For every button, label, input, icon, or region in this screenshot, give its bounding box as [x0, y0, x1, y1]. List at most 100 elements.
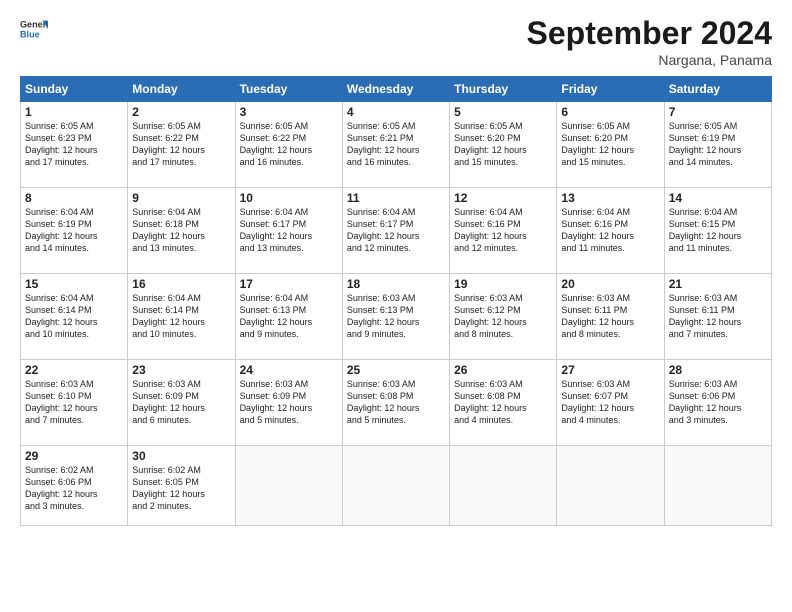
- day-detail: Sunrise: 6:03 AM Sunset: 6:08 PM Dayligh…: [347, 378, 445, 427]
- day-number: 21: [669, 277, 767, 291]
- day-detail: Sunrise: 6:03 AM Sunset: 6:08 PM Dayligh…: [454, 378, 552, 427]
- day-detail: Sunrise: 6:03 AM Sunset: 6:09 PM Dayligh…: [240, 378, 338, 427]
- calendar-cell: 27Sunrise: 6:03 AM Sunset: 6:07 PM Dayli…: [557, 360, 664, 446]
- calendar-cell: 5Sunrise: 6:05 AM Sunset: 6:20 PM Daylig…: [450, 102, 557, 188]
- day-detail: Sunrise: 6:03 AM Sunset: 6:10 PM Dayligh…: [25, 378, 123, 427]
- calendar-cell: 20Sunrise: 6:03 AM Sunset: 6:11 PM Dayli…: [557, 274, 664, 360]
- calendar-cell: 4Sunrise: 6:05 AM Sunset: 6:21 PM Daylig…: [342, 102, 449, 188]
- calendar-cell: 25Sunrise: 6:03 AM Sunset: 6:08 PM Dayli…: [342, 360, 449, 446]
- calendar-cell: 22Sunrise: 6:03 AM Sunset: 6:10 PM Dayli…: [21, 360, 128, 446]
- calendar-cell: 23Sunrise: 6:03 AM Sunset: 6:09 PM Dayli…: [128, 360, 235, 446]
- calendar-cell: 8Sunrise: 6:04 AM Sunset: 6:19 PM Daylig…: [21, 188, 128, 274]
- day-number: 19: [454, 277, 552, 291]
- day-header-tuesday: Tuesday: [235, 77, 342, 102]
- day-number: 24: [240, 363, 338, 377]
- svg-text:Blue: Blue: [20, 29, 40, 39]
- day-number: 7: [669, 105, 767, 119]
- calendar-cell: 2Sunrise: 6:05 AM Sunset: 6:22 PM Daylig…: [128, 102, 235, 188]
- header: General Blue September 2024 Nargana, Pan…: [20, 15, 772, 68]
- calendar-cell: 18Sunrise: 6:03 AM Sunset: 6:13 PM Dayli…: [342, 274, 449, 360]
- month-title: September 2024: [527, 15, 772, 52]
- day-detail: Sunrise: 6:04 AM Sunset: 6:17 PM Dayligh…: [347, 206, 445, 255]
- calendar-cell: 7Sunrise: 6:05 AM Sunset: 6:19 PM Daylig…: [664, 102, 771, 188]
- day-number: 16: [132, 277, 230, 291]
- calendar-cell: 24Sunrise: 6:03 AM Sunset: 6:09 PM Dayli…: [235, 360, 342, 446]
- logo: General Blue: [20, 15, 52, 43]
- day-header-monday: Monday: [128, 77, 235, 102]
- day-detail: Sunrise: 6:03 AM Sunset: 6:09 PM Dayligh…: [132, 378, 230, 427]
- day-detail: Sunrise: 6:03 AM Sunset: 6:11 PM Dayligh…: [669, 292, 767, 341]
- calendar-cell: [664, 446, 771, 526]
- day-number: 9: [132, 191, 230, 205]
- calendar-cell: 15Sunrise: 6:04 AM Sunset: 6:14 PM Dayli…: [21, 274, 128, 360]
- calendar-cell: 17Sunrise: 6:04 AM Sunset: 6:13 PM Dayli…: [235, 274, 342, 360]
- calendar-cell: 30Sunrise: 6:02 AM Sunset: 6:05 PM Dayli…: [128, 446, 235, 526]
- calendar-cell: 6Sunrise: 6:05 AM Sunset: 6:20 PM Daylig…: [557, 102, 664, 188]
- day-number: 25: [347, 363, 445, 377]
- page: General Blue September 2024 Nargana, Pan…: [0, 0, 792, 536]
- day-number: 11: [347, 191, 445, 205]
- day-number: 13: [561, 191, 659, 205]
- day-detail: Sunrise: 6:03 AM Sunset: 6:06 PM Dayligh…: [669, 378, 767, 427]
- day-number: 26: [454, 363, 552, 377]
- day-detail: Sunrise: 6:04 AM Sunset: 6:18 PM Dayligh…: [132, 206, 230, 255]
- day-number: 20: [561, 277, 659, 291]
- day-number: 10: [240, 191, 338, 205]
- calendar-cell: [235, 446, 342, 526]
- calendar-week-row: 29Sunrise: 6:02 AM Sunset: 6:06 PM Dayli…: [21, 446, 772, 526]
- calendar-cell: [557, 446, 664, 526]
- calendar-cell: 12Sunrise: 6:04 AM Sunset: 6:16 PM Dayli…: [450, 188, 557, 274]
- calendar-cell: 19Sunrise: 6:03 AM Sunset: 6:12 PM Dayli…: [450, 274, 557, 360]
- calendar-week-row: 15Sunrise: 6:04 AM Sunset: 6:14 PM Dayli…: [21, 274, 772, 360]
- day-detail: Sunrise: 6:05 AM Sunset: 6:21 PM Dayligh…: [347, 120, 445, 169]
- day-detail: Sunrise: 6:04 AM Sunset: 6:19 PM Dayligh…: [25, 206, 123, 255]
- day-detail: Sunrise: 6:04 AM Sunset: 6:16 PM Dayligh…: [561, 206, 659, 255]
- day-detail: Sunrise: 6:05 AM Sunset: 6:23 PM Dayligh…: [25, 120, 123, 169]
- day-detail: Sunrise: 6:05 AM Sunset: 6:19 PM Dayligh…: [669, 120, 767, 169]
- subtitle: Nargana, Panama: [527, 52, 772, 68]
- calendar-cell: 26Sunrise: 6:03 AM Sunset: 6:08 PM Dayli…: [450, 360, 557, 446]
- calendar-cell: 16Sunrise: 6:04 AM Sunset: 6:14 PM Dayli…: [128, 274, 235, 360]
- calendar-cell: 10Sunrise: 6:04 AM Sunset: 6:17 PM Dayli…: [235, 188, 342, 274]
- day-number: 12: [454, 191, 552, 205]
- day-number: 14: [669, 191, 767, 205]
- day-header-thursday: Thursday: [450, 77, 557, 102]
- day-detail: Sunrise: 6:03 AM Sunset: 6:11 PM Dayligh…: [561, 292, 659, 341]
- day-number: 8: [25, 191, 123, 205]
- day-detail: Sunrise: 6:04 AM Sunset: 6:17 PM Dayligh…: [240, 206, 338, 255]
- calendar-cell: [342, 446, 449, 526]
- day-number: 6: [561, 105, 659, 119]
- day-number: 1: [25, 105, 123, 119]
- day-number: 29: [25, 449, 123, 463]
- day-detail: Sunrise: 6:02 AM Sunset: 6:05 PM Dayligh…: [132, 464, 230, 513]
- day-detail: Sunrise: 6:03 AM Sunset: 6:13 PM Dayligh…: [347, 292, 445, 341]
- day-number: 27: [561, 363, 659, 377]
- day-header-friday: Friday: [557, 77, 664, 102]
- day-detail: Sunrise: 6:05 AM Sunset: 6:20 PM Dayligh…: [561, 120, 659, 169]
- day-detail: Sunrise: 6:04 AM Sunset: 6:15 PM Dayligh…: [669, 206, 767, 255]
- calendar-cell: 28Sunrise: 6:03 AM Sunset: 6:06 PM Dayli…: [664, 360, 771, 446]
- day-number: 30: [132, 449, 230, 463]
- day-number: 15: [25, 277, 123, 291]
- day-detail: Sunrise: 6:04 AM Sunset: 6:14 PM Dayligh…: [25, 292, 123, 341]
- day-detail: Sunrise: 6:03 AM Sunset: 6:07 PM Dayligh…: [561, 378, 659, 427]
- day-number: 28: [669, 363, 767, 377]
- calendar-header-row: SundayMondayTuesdayWednesdayThursdayFrid…: [21, 77, 772, 102]
- day-detail: Sunrise: 6:04 AM Sunset: 6:16 PM Dayligh…: [454, 206, 552, 255]
- calendar-cell: 11Sunrise: 6:04 AM Sunset: 6:17 PM Dayli…: [342, 188, 449, 274]
- calendar-cell: [450, 446, 557, 526]
- day-number: 3: [240, 105, 338, 119]
- day-number: 4: [347, 105, 445, 119]
- calendar-week-row: 8Sunrise: 6:04 AM Sunset: 6:19 PM Daylig…: [21, 188, 772, 274]
- day-detail: Sunrise: 6:04 AM Sunset: 6:14 PM Dayligh…: [132, 292, 230, 341]
- calendar-week-row: 22Sunrise: 6:03 AM Sunset: 6:10 PM Dayli…: [21, 360, 772, 446]
- day-header-saturday: Saturday: [664, 77, 771, 102]
- day-detail: Sunrise: 6:04 AM Sunset: 6:13 PM Dayligh…: [240, 292, 338, 341]
- calendar: SundayMondayTuesdayWednesdayThursdayFrid…: [20, 76, 772, 526]
- day-number: 23: [132, 363, 230, 377]
- title-block: September 2024 Nargana, Panama: [527, 15, 772, 68]
- calendar-cell: 3Sunrise: 6:05 AM Sunset: 6:22 PM Daylig…: [235, 102, 342, 188]
- calendar-cell: 13Sunrise: 6:04 AM Sunset: 6:16 PM Dayli…: [557, 188, 664, 274]
- day-number: 2: [132, 105, 230, 119]
- day-number: 22: [25, 363, 123, 377]
